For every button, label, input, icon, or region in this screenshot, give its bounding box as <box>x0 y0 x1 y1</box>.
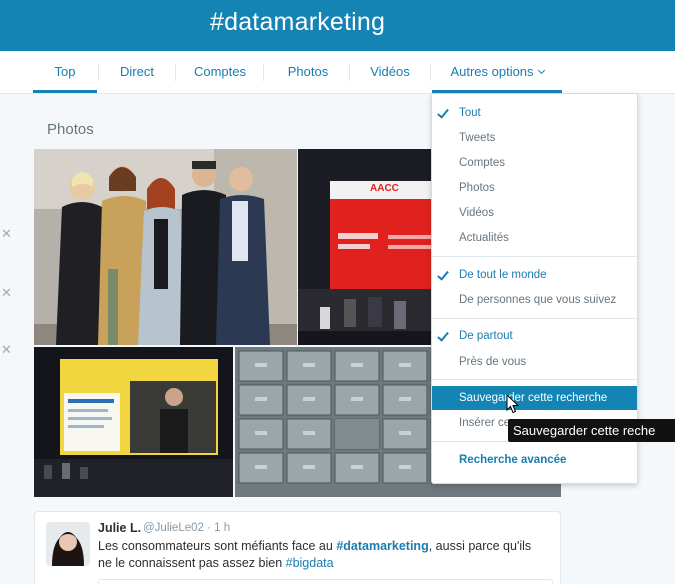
tweet-handle-time[interactable]: @JulieLe02 · 1 h <box>143 522 230 534</box>
mouse-cursor-icon <box>506 394 520 414</box>
tweet-text-part: Les consommateurs sont méfiants face au <box>98 539 337 553</box>
tab-divider <box>430 64 431 81</box>
chevron-down-icon <box>537 66 545 75</box>
tooltip: Sauvegarder cette reche <box>508 419 675 442</box>
dd-item-everyone[interactable]: De tout le monde <box>432 263 637 287</box>
checkmark-icon <box>437 106 449 119</box>
tab-direct[interactable]: Direct <box>104 51 170 93</box>
dd-item-videos[interactable]: Vidéos <box>432 201 637 225</box>
tab-videos[interactable]: Vidéos <box>355 51 425 93</box>
close-icon[interactable]: ✕ <box>1 285 12 301</box>
avatar[interactable] <box>46 522 90 566</box>
tab-photos[interactable]: Photos <box>270 51 346 93</box>
tweet-text: Les consommateurs sont méfiants face au … <box>98 538 548 572</box>
tab-divider <box>98 64 99 81</box>
dropdown-divider <box>432 318 637 319</box>
hashtag-link[interactable]: #bigdata <box>286 556 334 570</box>
tweet-author-name[interactable]: Julie L. <box>98 521 141 535</box>
dd-item-photos[interactable]: Photos <box>432 176 637 200</box>
tab-divider <box>263 64 264 81</box>
slide-logo: AACC <box>370 183 399 194</box>
dd-item-save-search[interactable]: Sauvegarder cette recherche <box>432 386 637 410</box>
tweet-card[interactable]: Julie L. @JulieLe02 · 1 h Les consommate… <box>34 511 561 584</box>
dd-item-label: Tout <box>459 107 481 119</box>
tab-comptes[interactable]: Comptes <box>182 51 258 93</box>
close-icon[interactable]: ✕ <box>1 226 12 242</box>
dd-item-people-you-follow[interactable]: De personnes que vous suivez <box>432 288 637 312</box>
dd-item-everywhere[interactable]: De partout <box>432 324 637 348</box>
search-header: #datamarketing <box>0 0 675 51</box>
checkmark-icon <box>437 268 449 281</box>
tweet-reply-box[interactable] <box>98 579 553 584</box>
dropdown-divider <box>432 379 637 380</box>
dd-item-tweets[interactable]: Tweets <box>432 126 637 150</box>
dd-item-label: De tout le monde <box>459 269 547 281</box>
photo-group-people[interactable] <box>34 149 297 345</box>
tab-more-options-label: Autres options <box>450 64 534 79</box>
dd-item-label: De partout <box>459 330 513 342</box>
dd-item-comptes[interactable]: Comptes <box>432 151 637 175</box>
dd-item-advanced-search[interactable]: Recherche avancée <box>432 448 637 472</box>
dd-item-actualites[interactable]: Actualités <box>432 226 637 250</box>
checkmark-icon <box>437 329 449 342</box>
dd-item-near-you[interactable]: Près de vous <box>432 350 637 374</box>
close-icon[interactable]: ✕ <box>1 342 12 358</box>
search-nav: Top Direct Comptes Photos Vidéos Autres … <box>0 51 675 94</box>
hashtag-link[interactable]: #datamarketing <box>336 539 428 553</box>
tab-more-options[interactable]: Autres options <box>432 51 562 93</box>
tab-top[interactable]: Top <box>33 51 97 93</box>
tab-divider <box>349 64 350 81</box>
dropdown-divider <box>432 256 637 257</box>
tab-divider <box>175 64 176 81</box>
photos-section-title: Photos <box>47 121 94 138</box>
photo-auditorium-screen[interactable] <box>34 347 233 497</box>
search-title: #datamarketing <box>210 8 386 36</box>
dd-item-tout[interactable]: Tout <box>432 101 637 125</box>
